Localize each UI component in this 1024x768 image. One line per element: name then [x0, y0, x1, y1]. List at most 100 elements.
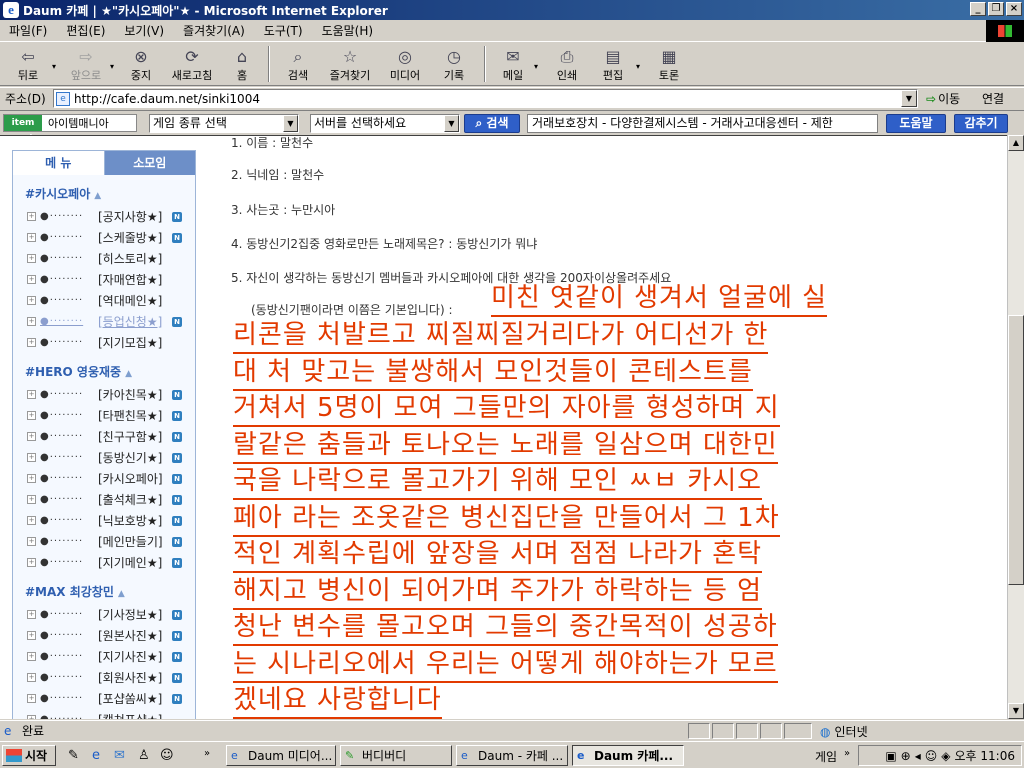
sidebar-board-item[interactable]: + ●········ [친구구함★] N [13, 426, 195, 447]
expand-icon[interactable]: + [27, 474, 36, 483]
sidebar-board-item[interactable]: + ●········ [카시오페아] N [13, 468, 195, 489]
expand-icon[interactable]: + [27, 495, 36, 504]
itemmania-ticker[interactable]: 거래보호장치 - 다양한결제시스템 - 거래사고대응센터 - 제한 [527, 114, 878, 133]
sidebar-board-item[interactable]: + ●········ [타팬친목★] N [13, 405, 195, 426]
forward-dropdown-button[interactable]: ▾ [110, 44, 120, 71]
clock[interactable]: 오후 11:06 [955, 747, 1015, 764]
expand-icon[interactable]: + [27, 411, 36, 420]
sidebar-board-item[interactable]: + ●········ [지기메인★] N [13, 552, 195, 573]
expand-icon[interactable]: + [27, 715, 36, 719]
go-button[interactable]: ⇨ 이동 [926, 90, 960, 107]
expand-icon[interactable]: + [27, 694, 36, 703]
address-dropdown-button[interactable]: ▼ [901, 90, 917, 107]
expand-icon[interactable]: + [27, 453, 36, 462]
sidebar-group-title[interactable]: #MAX 최강창민 ▲ [25, 583, 195, 600]
sidebar-board-item[interactable]: + ●········ [닉보호방★] N [13, 510, 195, 531]
sidebar-board-item[interactable]: + ●········ [스케줄방★] N [13, 227, 195, 248]
quicklaunch-people-icon[interactable]: ☺ [160, 748, 174, 763]
edit-button[interactable]: ▤ 편집 [590, 44, 636, 84]
itemmania-logo[interactable]: item mania 아이템매니아 [3, 114, 137, 144]
mail-button[interactable]: ✉ 메일 [492, 44, 534, 84]
media-button[interactable]: ◎ 미디어 [380, 44, 430, 84]
sidebar-board-item[interactable]: + ●········ [역대메인★] [13, 290, 195, 311]
start-button[interactable]: 시작 [2, 745, 56, 766]
sidebar-board-item[interactable]: + ●········ [지기모집★] [13, 332, 195, 353]
tab-small-groups[interactable]: 소모임 [104, 151, 195, 175]
sidebar-group-title[interactable]: #카시오페아 ▲ [25, 185, 195, 202]
expand-icon[interactable]: + [27, 338, 36, 347]
itemmania-search-button[interactable]: ⌕ 검색 [464, 114, 520, 133]
tray-volume-icon[interactable]: ◂ [915, 749, 921, 763]
menu-favorites[interactable]: 즐겨찾기(A) [174, 22, 255, 39]
tray-network-icon[interactable]: ▣ [885, 749, 896, 763]
expand-icon[interactable]: + [27, 673, 36, 682]
vertical-scrollbar[interactable]: ▲ ▼ [1007, 135, 1024, 719]
expand-icon[interactable]: + [27, 275, 36, 284]
sidebar-board-item[interactable]: + ●········ [메인만들기] N [13, 531, 195, 552]
taskbar-task[interactable]: e Daum 미디어... [226, 745, 336, 766]
quicklaunch-ie-icon[interactable]: e [92, 748, 100, 763]
menu-tools[interactable]: 도구(T) [255, 22, 313, 39]
itemmania-help-button[interactable]: 도움말 [886, 114, 946, 133]
sidebar-board-item[interactable]: + ●········ [기사정보★] N [13, 604, 195, 625]
expand-icon[interactable]: + [27, 610, 36, 619]
edit-dropdown-button[interactable]: ▾ [636, 44, 646, 71]
sidebar-board-item[interactable]: + ●········ [원본사진★] N [13, 625, 195, 646]
expand-icon[interactable]: + [27, 432, 36, 441]
server-select[interactable]: 서버를 선택하세요 ▼ [310, 114, 460, 133]
tray-security-icon[interactable]: ⊕ [901, 749, 911, 763]
sidebar-board-item[interactable]: + ●········ [공지사항★] N [13, 206, 195, 227]
quicklaunch-outlook-icon[interactable]: ✉ [114, 748, 125, 763]
stop-button[interactable]: ⊗ 중지 [120, 44, 162, 84]
menu-edit[interactable]: 편집(E) [57, 22, 115, 39]
expand-icon[interactable]: + [27, 254, 36, 263]
tab-menu[interactable]: 메 뉴 [13, 151, 105, 175]
taskbar-task[interactable]: ✎ 버디버디 [340, 745, 452, 766]
search-button[interactable]: ⌕ 검색 [276, 44, 320, 84]
menu-view[interactable]: 보기(V) [115, 22, 174, 39]
expand-icon[interactable]: + [27, 652, 36, 661]
back-dropdown-button[interactable]: ▾ [52, 44, 62, 71]
favorites-button[interactable]: ☆ 즐겨찾기 [320, 44, 380, 84]
scroll-thumb[interactable] [1008, 315, 1024, 585]
minimize-button[interactable]: _ [970, 2, 986, 16]
tray-app-icon[interactable]: ◈ [941, 749, 950, 763]
quicklaunch-desktop-icon[interactable]: ✎ [68, 748, 79, 763]
taskbar-task-active[interactable]: e Daum 카페... [572, 745, 684, 766]
expand-icon[interactable]: + [27, 558, 36, 567]
tray-messenger-icon[interactable]: ☺ [925, 749, 938, 763]
expand-icon[interactable]: + [27, 212, 36, 221]
taskbar-more-icon[interactable]: » [844, 748, 850, 759]
history-button[interactable]: ◷ 기록 [430, 44, 478, 84]
sidebar-board-item[interactable]: + ●········ [등업신청★] N [13, 311, 195, 332]
sidebar-board-item[interactable]: + ●········[캡쳐포샵★] [13, 709, 195, 719]
address-input[interactable]: e http://cafe.daum.net/sinki1004 ▼ [53, 89, 918, 108]
sidebar-board-item[interactable]: + ●········ [지기사진★] N [13, 646, 195, 667]
menu-help[interactable]: 도움말(H) [313, 22, 384, 39]
expand-icon[interactable]: + [27, 296, 36, 305]
sidebar-board-item[interactable]: + ●········ [포샵쏨씨★] N [13, 688, 195, 709]
expand-icon[interactable]: + [27, 317, 36, 326]
menu-file[interactable]: 파일(F) [0, 22, 57, 39]
server-dropdown-button[interactable]: ▼ [444, 115, 459, 132]
address-url[interactable]: http://cafe.daum.net/sinki1004 [74, 92, 260, 106]
quicklaunch-more-icon[interactable]: » [204, 748, 210, 759]
game-type-dropdown-button[interactable]: ▼ [283, 115, 298, 132]
expand-icon[interactable]: + [27, 631, 36, 640]
expand-icon[interactable]: + [27, 233, 36, 242]
scroll-down-button[interactable]: ▼ [1008, 703, 1024, 719]
back-button[interactable]: ⇦ 뒤로 [4, 44, 52, 84]
close-button[interactable]: × [1006, 2, 1022, 16]
expand-icon[interactable]: + [27, 537, 36, 546]
itemmania-hide-button[interactable]: 감추기 [954, 114, 1008, 133]
mail-dropdown-button[interactable]: ▾ [534, 44, 544, 71]
home-button[interactable]: ⌂ 홈 [222, 44, 262, 84]
discuss-button[interactable]: ▦ 토론 [646, 44, 692, 84]
restore-button[interactable]: ❐ [988, 2, 1004, 16]
game-toolbar-label[interactable]: 게임 [815, 748, 837, 765]
scroll-up-button[interactable]: ▲ [1008, 135, 1024, 151]
sidebar-board-item[interactable]: + ●········ [카아친목★] N [13, 384, 195, 405]
links-label[interactable]: 연결 [982, 90, 1004, 107]
sidebar-board-item[interactable]: + ●········ [자매연합★] [13, 269, 195, 290]
expand-icon[interactable]: + [27, 390, 36, 399]
